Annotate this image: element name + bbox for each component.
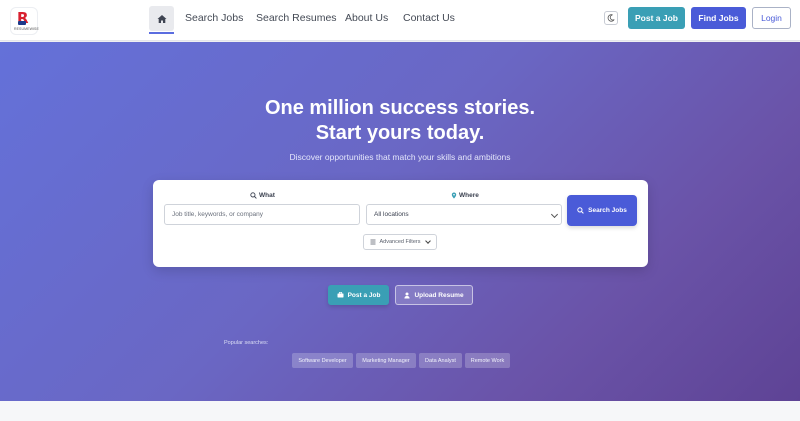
chevron-down-icon — [550, 210, 559, 219]
popular-tag-data-analyst[interactable]: Data Analyst — [419, 353, 462, 368]
top-navbar: R RESUMEWISE Search Jobs Search Resumes … — [0, 0, 800, 41]
user-icon — [404, 292, 411, 299]
upload-resume-button[interactable]: Upload Resume — [395, 285, 473, 305]
popular-tag-marketing-manager[interactable]: Marketing Manager — [356, 353, 416, 368]
hero-post-job-label: Post a Job — [347, 291, 381, 299]
search-icon — [250, 192, 257, 199]
what-label-text: What — [259, 192, 275, 199]
nav-contact-us[interactable]: Contact Us — [403, 12, 455, 24]
chevron-down-icon — [425, 238, 432, 244]
hero-post-job-button[interactable]: Post a Job — [328, 285, 389, 305]
logo-text: RESUMEWISE — [14, 27, 39, 31]
location-select[interactable]: All locations — [366, 204, 562, 225]
search-jobs-button-label: Search Jobs — [588, 207, 627, 214]
theme-toggle-button[interactable] — [604, 11, 618, 25]
location-select-value: All locations — [374, 211, 409, 218]
nav-search-jobs[interactable]: Search Jobs — [185, 12, 243, 24]
logo-letter: R — [17, 9, 29, 27]
location-pin-icon — [451, 192, 457, 199]
upload-resume-label: Upload Resume — [414, 291, 464, 299]
where-label-text: Where — [459, 192, 479, 199]
hero-section: One million success stories. Start yours… — [0, 42, 800, 401]
nav-home-button[interactable] — [149, 6, 174, 34]
job-search-card: What Job title, keywords, or company Whe… — [153, 180, 648, 267]
what-input-placeholder: Job title, keywords, or company — [172, 211, 264, 218]
nav-search-resumes[interactable]: Search Resumes — [256, 12, 337, 24]
home-icon — [157, 14, 167, 24]
popular-tag-software-developer[interactable]: Software Developer — [292, 353, 353, 368]
advanced-filters-label: Advanced Filters — [379, 239, 421, 245]
hero-subtitle: Discover opportunities that match your s… — [289, 152, 511, 162]
nav-about-us[interactable]: About Us — [345, 12, 388, 24]
next-section-edge — [0, 401, 800, 421]
search-jobs-button[interactable]: Search Jobs — [567, 195, 637, 226]
search-icon — [577, 207, 584, 214]
popular-tag-remote-work[interactable]: Remote Work — [465, 353, 510, 368]
what-label: What — [250, 192, 275, 199]
sliders-icon — [370, 239, 376, 245]
briefcase-icon — [337, 292, 344, 298]
hero-title-line-1: One million success stories. — [264, 97, 536, 119]
what-input[interactable]: Job title, keywords, or company — [164, 204, 360, 225]
hero-title-line-2: Start yours today. — [315, 122, 485, 144]
header-post-job-button[interactable]: Post a Job — [628, 7, 685, 29]
login-button[interactable]: Login — [752, 7, 791, 29]
header-find-jobs-button[interactable]: Find Jobs — [691, 7, 746, 29]
advanced-filters-button[interactable]: Advanced Filters — [363, 234, 437, 250]
moon-icon — [607, 14, 615, 22]
popular-searches-label: Popular searches: — [224, 340, 269, 346]
brand-logo[interactable]: R RESUMEWISE — [11, 8, 39, 34]
where-label: Where — [451, 192, 479, 199]
